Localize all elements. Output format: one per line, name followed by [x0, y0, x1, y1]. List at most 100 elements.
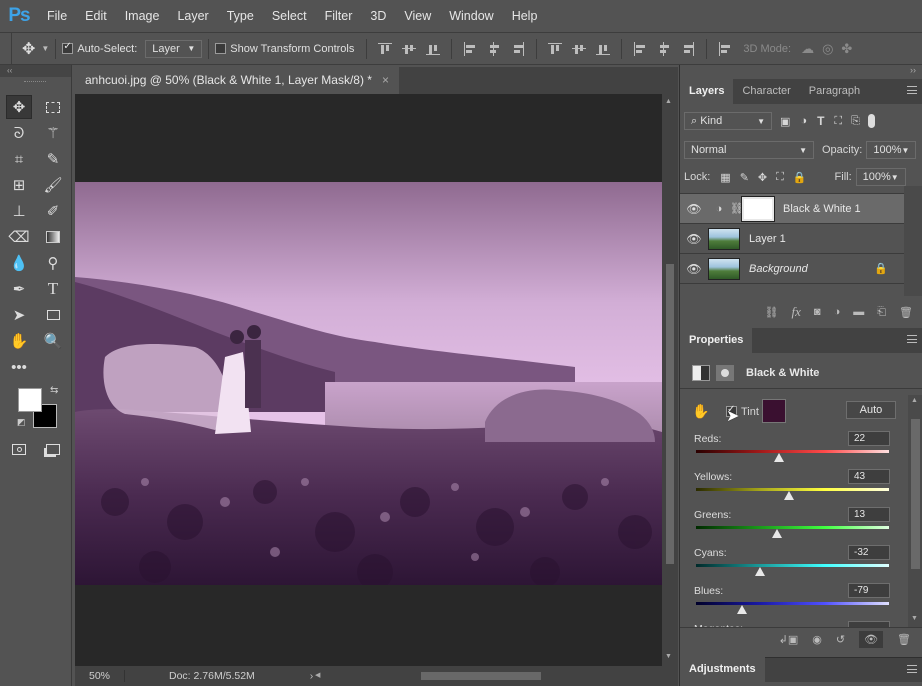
opacity-field[interactable]: 100% ▼: [866, 141, 917, 159]
fill-field[interactable]: 100% ▼: [855, 168, 906, 186]
lock-artboard-icon[interactable]: ⛶: [776, 171, 784, 184]
toolbox-grip[interactable]: [24, 81, 46, 83]
slider-value-field[interactable]: -32: [848, 545, 890, 560]
view-previous-state-icon[interactable]: ◉: [812, 633, 822, 646]
filter-smart-object-icon[interactable]: ⎘: [851, 115, 860, 128]
visibility-eye-icon[interactable]: 👁: [680, 262, 708, 276]
menu-filter[interactable]: Filter: [316, 0, 362, 32]
menu-select[interactable]: Select: [263, 0, 316, 32]
filter-adjustment-icon[interactable]: ◑: [800, 115, 807, 127]
zoom-level[interactable]: 50%: [75, 670, 125, 682]
lasso-tool-icon[interactable]: ᘐ: [6, 121, 32, 145]
dodge-tool-icon[interactable]: ⚲: [40, 251, 66, 275]
slider-knob[interactable]: [773, 453, 784, 462]
default-colors-icon[interactable]: ◩: [17, 417, 26, 428]
adjustments-panel-menu-icon[interactable]: [907, 665, 917, 673]
scroll-up-icon[interactable]: ▲: [911, 397, 918, 404]
blend-mode-dropdown[interactable]: Normal ▼: [684, 141, 814, 159]
scroll-left-icon[interactable]: ◀: [315, 671, 320, 679]
reset-icon[interactable]: ↺: [836, 633, 845, 646]
show-transform-checkbox[interactable]: [215, 43, 227, 54]
properties-scrollbar[interactable]: ▲ ▼: [908, 395, 922, 627]
align-horizontal-centers-icon[interactable]: [487, 41, 501, 56]
move-tool-icon[interactable]: ✥: [6, 95, 32, 119]
horizontal-scrollbar[interactable]: ◀: [311, 666, 678, 686]
blur-tool-icon[interactable]: 💧: [6, 251, 32, 275]
document-canvas[interactable]: [75, 94, 662, 666]
vertical-scroll-thumb[interactable]: [666, 264, 674, 564]
lock-all-icon[interactable]: 🔒: [793, 171, 807, 184]
link-chain-icon[interactable]: ⛓: [730, 202, 744, 215]
filter-shape-icon[interactable]: ⛶: [834, 115, 842, 128]
tab-layers[interactable]: Layers: [680, 79, 734, 104]
add-mask-icon[interactable]: ◙: [814, 306, 821, 318]
type-tool-icon[interactable]: T: [40, 277, 66, 301]
3d-pan-icon[interactable]: ✤: [841, 41, 852, 57]
toggle-visibility-icon[interactable]: 👁: [859, 631, 884, 648]
eyedropper-tool-icon[interactable]: ✎: [40, 147, 66, 171]
auto-align-icon[interactable]: [718, 41, 732, 56]
marquee-tool-icon[interactable]: [40, 95, 66, 119]
auto-button[interactable]: Auto: [846, 401, 896, 419]
menu-3d[interactable]: 3D: [361, 0, 395, 32]
slider-value-field[interactable]: -79: [848, 583, 890, 598]
slider-knob[interactable]: [783, 491, 794, 500]
auto-select-dropdown[interactable]: Layer ▼: [145, 39, 203, 58]
screen-mode-icon[interactable]: [40, 437, 66, 461]
vertical-scrollbar[interactable]: ▲ ▼: [662, 94, 678, 666]
color-ramp[interactable]: [696, 450, 889, 453]
layer-row-black-white[interactable]: 👁 ◑ ⛓ Black & White 1: [680, 194, 904, 224]
move-tool-preset[interactable]: ✥ ▼: [22, 39, 49, 59]
distribute-vcenter-icon[interactable]: [572, 42, 587, 56]
layer-mask-thumbnail[interactable]: [741, 195, 775, 222]
scroll-up-icon[interactable]: ▲: [665, 98, 672, 105]
menu-file[interactable]: File: [38, 0, 76, 32]
document-tab[interactable]: anhcuoi.jpg @ 50% (Black & White 1, Laye…: [75, 67, 399, 94]
distribute-top-icon[interactable]: [548, 42, 563, 56]
link-layers-icon[interactable]: ⛓: [765, 306, 779, 319]
properties-scroll-thumb[interactable]: [911, 419, 920, 569]
slider-knob[interactable]: [737, 605, 748, 614]
lock-position-icon[interactable]: ✥: [758, 171, 767, 184]
scroll-down-icon[interactable]: ▼: [911, 615, 918, 622]
menu-layer[interactable]: Layer: [168, 0, 217, 32]
color-ramp[interactable]: [696, 602, 889, 605]
quick-mask-icon[interactable]: [6, 437, 32, 461]
scroll-down-icon[interactable]: ▼: [665, 653, 672, 660]
tab-properties[interactable]: Properties: [680, 328, 753, 353]
history-brush-tool-icon[interactable]: ✐: [40, 199, 66, 223]
tab-paragraph[interactable]: Paragraph: [800, 79, 869, 104]
auto-select-checkbox[interactable]: [62, 41, 74, 54]
gradient-tool-icon[interactable]: [40, 225, 66, 249]
toolbox-collapse[interactable]: ‹‹: [0, 65, 71, 77]
align-vertical-centers-icon[interactable]: [402, 42, 417, 56]
collapse-panels-icon[interactable]: ››: [910, 65, 916, 75]
adjustment-properties-icon[interactable]: [692, 364, 710, 381]
more-tools-icon[interactable]: •••: [6, 355, 32, 379]
tab-adjustments[interactable]: Adjustments: [680, 657, 765, 682]
layer-row-layer-1[interactable]: 👁 Layer 1: [680, 224, 904, 254]
align-top-edges-icon[interactable]: [378, 42, 393, 56]
menu-window[interactable]: Window: [440, 0, 502, 32]
layers-panel-menu-icon[interactable]: [907, 86, 917, 94]
options-grip[interactable]: [0, 33, 12, 64]
new-group-icon[interactable]: ▬: [853, 306, 864, 318]
slider-knob[interactable]: [754, 567, 765, 576]
hand-tool-icon[interactable]: ✋: [6, 329, 32, 353]
lock-transparent-icon[interactable]: ▦: [720, 171, 730, 184]
close-icon[interactable]: ×: [382, 67, 389, 94]
delete-adjustment-icon[interactable]: 🗑: [897, 633, 911, 646]
new-adjustment-icon[interactable]: ◑: [834, 306, 841, 318]
align-left-edges-icon[interactable]: [463, 41, 477, 56]
visibility-eye-icon[interactable]: 👁: [680, 232, 708, 246]
menu-view[interactable]: View: [395, 0, 440, 32]
foreground-color-swatch[interactable]: [18, 388, 42, 412]
tab-character[interactable]: Character: [733, 79, 799, 104]
slider-value-field[interactable]: 13: [848, 507, 890, 522]
crop-tool-icon[interactable]: ⌗: [6, 147, 32, 171]
path-selection-tool-icon[interactable]: ➤: [6, 303, 32, 327]
menu-help[interactable]: Help: [503, 0, 547, 32]
lock-image-icon[interactable]: ✎: [740, 171, 749, 184]
3d-orbit-icon[interactable]: ☁: [801, 41, 814, 57]
filter-type-icon[interactable]: T: [817, 114, 824, 128]
